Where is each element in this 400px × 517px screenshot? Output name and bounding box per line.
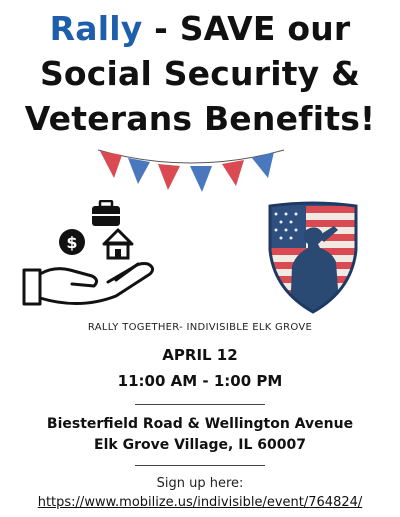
- event-time: 11:00 AM - 1:00 PM: [117, 372, 283, 390]
- event-date: APRIL 12: [162, 346, 238, 364]
- veteran-shield-icon: [268, 201, 358, 314]
- signup-link[interactable]: https://www.mobilize.us/indivisible/even…: [0, 495, 400, 510]
- svg-text:$: $: [66, 233, 77, 252]
- headline-line2: Social Security &: [39, 54, 361, 93]
- divider-bottom: [135, 465, 265, 466]
- address-street: Biesterfield Road & Wellington Avenue: [46, 416, 354, 432]
- address-city: Elk Grove Village, IL 60007: [94, 437, 306, 453]
- money-hand-icon: $: [22, 200, 155, 306]
- headline-line3: Veterans Benefits!: [24, 99, 376, 138]
- house-icon: [102, 228, 134, 260]
- organizer-subtitle: RALLY TOGETHER- INDIVISIBLE ELK GROVE: [87, 322, 313, 333]
- headline-line1: Rally - SAVE our: [0, 6, 400, 51]
- briefcase-icon: [92, 200, 120, 226]
- headline-line1-rest: - SAVE our: [142, 9, 351, 48]
- rally-word: Rally: [49, 9, 143, 48]
- bunting-icon: [97, 149, 285, 192]
- signup-label: Sign up here:: [156, 476, 244, 491]
- divider-top: [135, 404, 265, 405]
- dollar-icon: $: [59, 229, 85, 255]
- headline: Rally - SAVE our Social Security & Veter…: [0, 6, 400, 141]
